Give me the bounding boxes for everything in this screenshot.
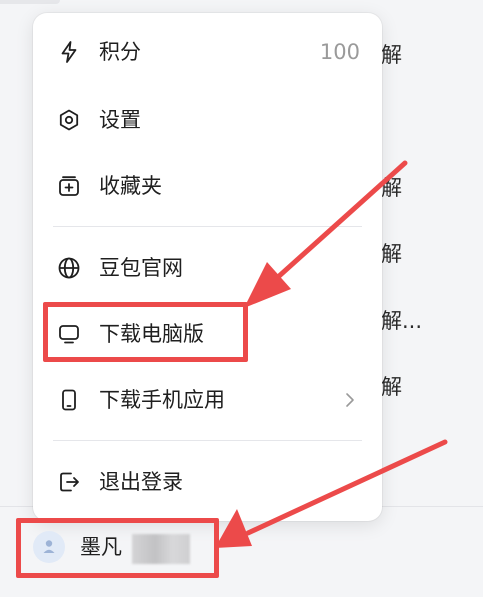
menu-item-label: 设置 [99,108,141,132]
menu-item-favorites[interactable]: 收藏夹 [33,161,382,211]
phone-icon [62,389,76,411]
menu-divider [53,226,362,227]
logout-icon [60,472,79,492]
menu-divider [53,440,362,441]
menu-item-website[interactable]: 豆包官网 [33,243,382,293]
gear-icon [59,109,79,131]
menu-item-label: 退出登录 [99,470,183,494]
user-avatar-icon [43,540,55,553]
folder-plus-icon [59,176,79,196]
background-snippet: 解 [381,176,402,200]
globe-icon [58,257,80,279]
background-snippet: 解... [381,309,423,333]
points-value: 100 [319,40,360,64]
background-snippet: 解 [381,242,402,266]
background-snippet: 解 [381,375,402,399]
menu-item-label: 豆包官网 [99,256,183,280]
menu-item-label: 积分 [99,40,141,64]
menu-item-settings[interactable]: 设置 [33,95,382,145]
annotation-box-download-desktop [43,302,248,362]
chevron-right-icon [346,393,354,407]
menu-item-label: 收藏夹 [99,174,162,198]
avatar[interactable] [33,531,65,563]
menu-item-points[interactable]: 积分 100 [33,27,382,77]
menu-item-logout[interactable]: 退出登录 [33,457,382,507]
user-name: 墨凡 [80,535,122,559]
lightning-icon [61,41,77,63]
menu-item-download-mobile[interactable]: 下载手机应用 [33,375,382,425]
background-snippet: 解 [381,43,402,67]
top-edge [0,0,60,4]
redacted-name-blur [132,534,190,564]
menu-item-label: 下载手机应用 [99,388,225,412]
user-menu: 积分 100 设置 收藏夹 豆包官网 下载电脑版 下载手机应用 退出登录 [33,13,382,521]
